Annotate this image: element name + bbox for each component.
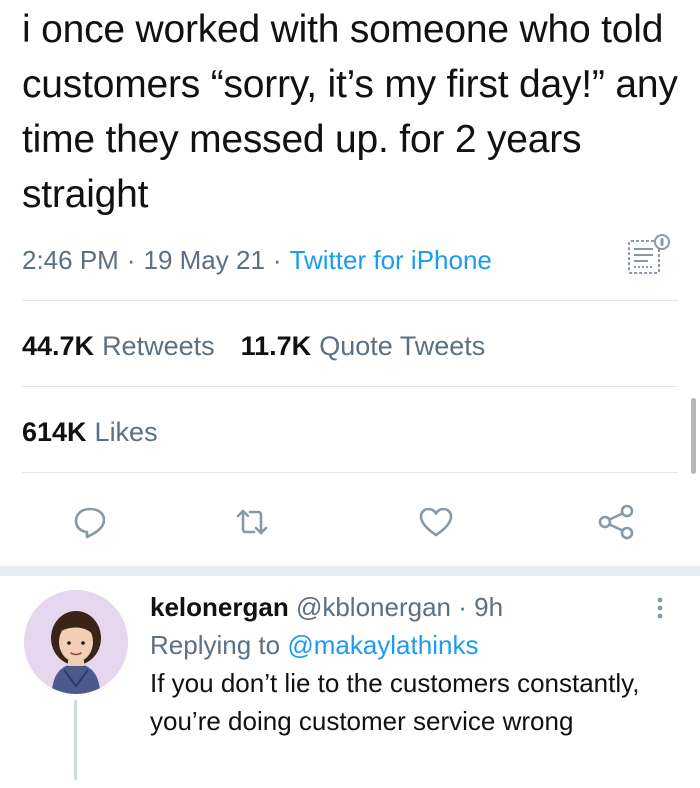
tweet-text: i once worked with someone who told cust…: [22, 8, 678, 216]
tweet-meta: 2:46 PM · 19 May 21 · Twitter for iPhone: [22, 240, 682, 280]
retweets-label: Retweets: [102, 330, 215, 361]
like-icon[interactable]: [416, 502, 456, 542]
likes-stat[interactable]: 614K Likes: [22, 412, 158, 452]
tweet-stats: 44.7K Retweets 11.7K Quote Tweets: [22, 326, 511, 366]
tweet-actions: [0, 498, 700, 546]
divider: [22, 472, 678, 473]
section-divider: [0, 566, 700, 576]
retweets-count: 44.7K: [22, 330, 95, 361]
quotes-count: 11.7K: [240, 330, 312, 361]
reply-age: 9h: [474, 592, 504, 622]
reply-text: If you don’t lie to the customers consta…: [150, 668, 640, 736]
divider: [22, 386, 678, 387]
tweet-time: 2:46 PM: [22, 244, 119, 275]
replying-to-mention[interactable]: @makaylathinks: [287, 630, 478, 660]
replying-to: Replying to @makaylathinks: [150, 626, 670, 664]
reply-header: kelonergan @kblonergan · 9h: [150, 588, 670, 626]
tweet-date: 19 May 21: [143, 244, 265, 275]
meta-separator: ·: [126, 244, 136, 275]
retweet-icon[interactable]: [232, 502, 272, 542]
retweets-stat[interactable]: 44.7K Retweets: [22, 331, 215, 362]
replying-to-prefix: Replying to: [150, 630, 281, 660]
reply-separator: ·: [458, 592, 467, 622]
likes-count: 614K: [22, 416, 87, 447]
likes-label: Likes: [94, 416, 158, 447]
thread-line: [74, 700, 77, 780]
meta-separator: ·: [272, 244, 282, 275]
scrollbar[interactable]: [691, 398, 696, 474]
reply-display-name[interactable]: kelonergan: [150, 592, 289, 622]
share-icon[interactable]: [596, 502, 636, 542]
reply-icon[interactable]: [70, 502, 110, 542]
reply-tweet[interactable]: kelonergan @kblonergan · 9h Replying to …: [0, 578, 700, 788]
analytics-icon[interactable]: [626, 232, 672, 278]
quote-tweets-stat[interactable]: 11.7K Quote Tweets: [241, 331, 486, 362]
divider: [22, 300, 678, 301]
reply-content: kelonergan @kblonergan · 9h Replying to …: [150, 588, 670, 740]
more-options-icon[interactable]: [654, 592, 666, 628]
reply-handle[interactable]: @kblonergan: [296, 592, 451, 622]
quotes-label: Quote Tweets: [319, 330, 486, 361]
tweet-source-link[interactable]: Twitter for iPhone: [290, 245, 492, 276]
avatar[interactable]: [24, 590, 128, 694]
